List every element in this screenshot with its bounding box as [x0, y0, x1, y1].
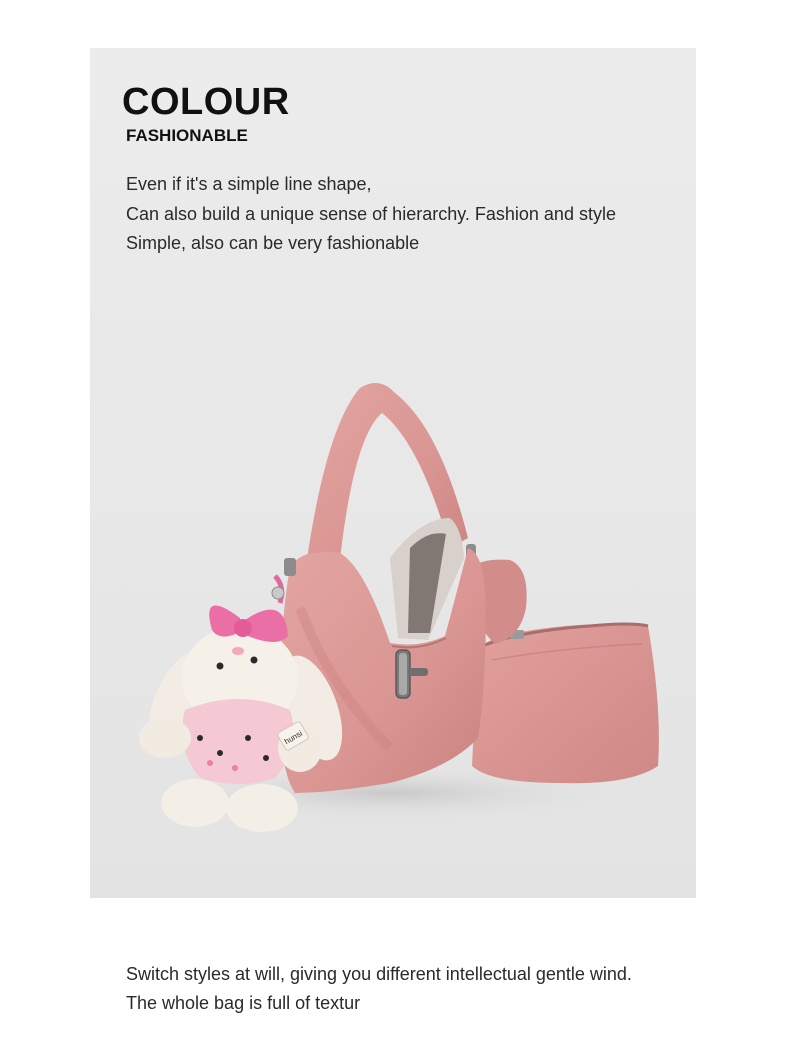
pouch	[472, 622, 659, 784]
footer-line: Switch styles at will, giving you differ…	[126, 964, 632, 984]
footer-line: The whole bag is full of textur	[126, 993, 361, 1013]
product-image: hunsi	[139, 383, 659, 832]
footer-text: Switch styles at will, giving you differ…	[126, 960, 632, 1018]
